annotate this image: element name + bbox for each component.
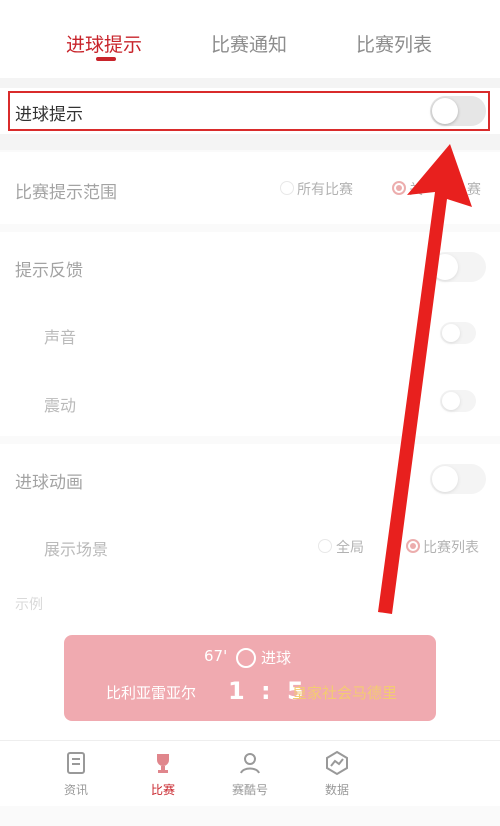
trophy-icon [157, 754, 169, 773]
display-scene-label: 展示场景 [44, 540, 109, 559]
vibration-toggle[interactable] [440, 390, 476, 412]
radio-match-list[interactable] [406, 539, 420, 553]
active-tab-indicator [96, 57, 116, 61]
followed-matches-label-partial: 关 [409, 182, 423, 198]
nav-item-saiku[interactable]: 赛酷号 [220, 749, 280, 798]
feedback-section: 提示反馈 声音 震动 [0, 232, 500, 436]
chart-icon [326, 750, 348, 776]
football-icon [236, 648, 256, 668]
radio-followed-matches[interactable] [392, 181, 406, 195]
tab-bar: 进球提示 比赛通知 比赛列表 [0, 0, 500, 78]
global-label: 全局 [336, 540, 364, 556]
sound-toggle[interactable] [440, 322, 476, 344]
bottom-nav: 资讯 比赛 赛酷号 数据 [0, 740, 500, 806]
news-icon [67, 752, 85, 774]
match-range-label: 比赛提示范围 [15, 183, 117, 203]
toast-event: 进球 [261, 649, 292, 667]
tab-match-notifications[interactable]: 比赛通知 [211, 30, 287, 57]
followed-matches-label-tail: 赛 [467, 182, 481, 198]
person-icon [240, 753, 260, 774]
nav-label-news: 资讯 [63, 783, 88, 797]
tab-goal-alerts[interactable]: 进球提示 [66, 30, 142, 57]
goal-animation-label: 进球动画 [15, 473, 83, 493]
example-label: 示例 [15, 597, 43, 613]
toast-home-team: 比利亚雷亚尔 [106, 684, 197, 702]
radio-all-matches[interactable] [280, 181, 294, 195]
feedback-label: 提示反馈 [15, 261, 83, 281]
nav-item-data[interactable]: 数据 [307, 749, 367, 798]
nav-item-matches[interactable]: 比赛 [133, 749, 193, 798]
toast-away-team: 皇家社会马德里 [292, 684, 398, 702]
highlight-box [8, 91, 490, 131]
match-list-scene-label: 比赛列表 [423, 540, 479, 556]
goal-toast: 67' 进球 比利亚雷亚尔 1 : 5 皇家社会马德里 [64, 635, 436, 721]
feedback-toggle[interactable] [430, 252, 486, 282]
match-range-row: 比赛提示范围 所有比赛 关 赛 [0, 152, 500, 224]
goal-animation-toggle[interactable] [430, 464, 486, 494]
radio-global[interactable] [318, 539, 332, 553]
nav-label-data: 数据 [324, 783, 349, 797]
tab-match-list[interactable]: 比赛列表 [356, 30, 432, 57]
toast-minute: 67' [204, 647, 228, 665]
vibration-label: 震动 [44, 396, 77, 415]
sound-label: 声音 [44, 328, 77, 347]
nav-label-matches: 比赛 [150, 783, 175, 797]
nav-item-news[interactable]: 资讯 [46, 749, 106, 798]
all-matches-label: 所有比赛 [297, 182, 353, 198]
nav-label-saiku: 赛酷号 [231, 783, 268, 797]
